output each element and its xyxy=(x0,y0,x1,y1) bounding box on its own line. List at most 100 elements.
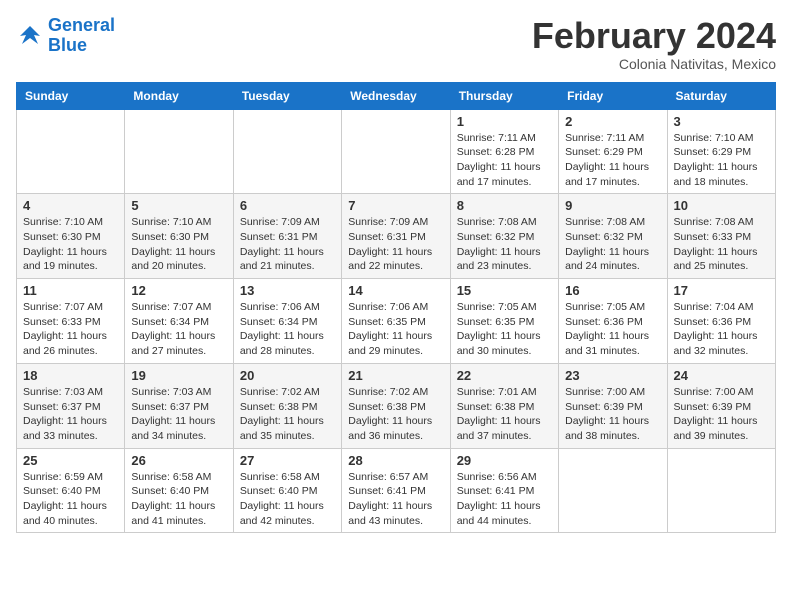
day-number: 6 xyxy=(240,198,335,213)
calendar-cell: 3 Sunrise: 7:10 AM Sunset: 6:29 PM Daylig… xyxy=(667,109,775,194)
day-info: Sunrise: 6:57 AM Sunset: 6:41 PM Dayligh… xyxy=(348,470,443,529)
calendar-cell: 12 Sunrise: 7:07 AM Sunset: 6:34 PM Dayli… xyxy=(125,279,233,364)
day-info: Sunrise: 7:04 AM Sunset: 6:36 PM Dayligh… xyxy=(674,300,769,359)
day-info: Sunrise: 7:02 AM Sunset: 6:38 PM Dayligh… xyxy=(240,385,335,444)
day-info: Sunrise: 7:03 AM Sunset: 6:37 PM Dayligh… xyxy=(23,385,118,444)
calendar-cell: 29 Sunrise: 6:56 AM Sunset: 6:41 PM Dayli… xyxy=(450,448,558,533)
day-info: Sunrise: 6:56 AM Sunset: 6:41 PM Dayligh… xyxy=(457,470,552,529)
day-number: 27 xyxy=(240,453,335,468)
day-info: Sunrise: 7:08 AM Sunset: 6:32 PM Dayligh… xyxy=(457,215,552,274)
weekday-header: Wednesday xyxy=(342,82,450,109)
calendar-header-row: SundayMondayTuesdayWednesdayThursdayFrid… xyxy=(17,82,776,109)
day-info: Sunrise: 7:08 AM Sunset: 6:33 PM Dayligh… xyxy=(674,215,769,274)
day-info: Sunrise: 7:07 AM Sunset: 6:34 PM Dayligh… xyxy=(131,300,226,359)
calendar-cell: 26 Sunrise: 6:58 AM Sunset: 6:40 PM Dayli… xyxy=(125,448,233,533)
calendar-cell: 24 Sunrise: 7:00 AM Sunset: 6:39 PM Dayli… xyxy=(667,363,775,448)
calendar-cell: 18 Sunrise: 7:03 AM Sunset: 6:37 PM Dayli… xyxy=(17,363,125,448)
day-number: 25 xyxy=(23,453,118,468)
page-header: General Blue February 2024 Colonia Nativ… xyxy=(16,16,776,72)
weekday-header: Friday xyxy=(559,82,667,109)
calendar-cell: 2 Sunrise: 7:11 AM Sunset: 6:29 PM Daylig… xyxy=(559,109,667,194)
calendar-cell: 27Sunrise: 6:58 AM Sunset: 6:40 PM Dayli… xyxy=(233,448,341,533)
day-number: 4 xyxy=(23,198,118,213)
calendar-cell: 21 Sunrise: 7:02 AM Sunset: 6:38 PM Dayli… xyxy=(342,363,450,448)
day-number: 18 xyxy=(23,368,118,383)
calendar-table: SundayMondayTuesdayWednesdayThursdayFrid… xyxy=(16,82,776,534)
weekday-header: Saturday xyxy=(667,82,775,109)
day-number: 21 xyxy=(348,368,443,383)
day-info: Sunrise: 7:11 AM Sunset: 6:29 PM Dayligh… xyxy=(565,131,660,190)
day-number: 26 xyxy=(131,453,226,468)
day-number: 16 xyxy=(565,283,660,298)
calendar-cell xyxy=(233,109,341,194)
logo: General Blue xyxy=(16,16,115,56)
calendar-week-row: 4 Sunrise: 7:10 AM Sunset: 6:30 PM Daylig… xyxy=(17,194,776,279)
calendar-cell: 17 Sunrise: 7:04 AM Sunset: 6:36 PM Dayli… xyxy=(667,279,775,364)
calendar-cell: 11 Sunrise: 7:07 AM Sunset: 6:33 PM Dayli… xyxy=(17,279,125,364)
calendar-week-row: 25 Sunrise: 6:59 AM Sunset: 6:40 PM Dayli… xyxy=(17,448,776,533)
calendar-cell: 28 Sunrise: 6:57 AM Sunset: 6:41 PM Dayli… xyxy=(342,448,450,533)
day-number: 23 xyxy=(565,368,660,383)
day-number: 14 xyxy=(348,283,443,298)
calendar-cell: 23Sunrise: 7:00 AM Sunset: 6:39 PM Dayli… xyxy=(559,363,667,448)
calendar-cell: 7Sunrise: 7:09 AM Sunset: 6:31 PM Daylig… xyxy=(342,194,450,279)
day-info: Sunrise: 7:05 AM Sunset: 6:36 PM Dayligh… xyxy=(565,300,660,359)
day-number: 2 xyxy=(565,114,660,129)
day-number: 24 xyxy=(674,368,769,383)
weekday-header: Tuesday xyxy=(233,82,341,109)
month-title: February 2024 xyxy=(532,16,776,56)
calendar-cell xyxy=(559,448,667,533)
day-number: 3 xyxy=(674,114,769,129)
day-info: Sunrise: 7:07 AM Sunset: 6:33 PM Dayligh… xyxy=(23,300,118,359)
day-number: 8 xyxy=(457,198,552,213)
day-number: 20 xyxy=(240,368,335,383)
calendar-cell: 16 Sunrise: 7:05 AM Sunset: 6:36 PM Dayli… xyxy=(559,279,667,364)
day-info: Sunrise: 7:06 AM Sunset: 6:35 PM Dayligh… xyxy=(348,300,443,359)
logo-text: General Blue xyxy=(48,16,115,56)
calendar-cell: 10 Sunrise: 7:08 AM Sunset: 6:33 PM Dayli… xyxy=(667,194,775,279)
day-info: Sunrise: 6:58 AM Sunset: 6:40 PM Dayligh… xyxy=(131,470,226,529)
calendar-cell: 15Sunrise: 7:05 AM Sunset: 6:35 PM Dayli… xyxy=(450,279,558,364)
day-number: 22 xyxy=(457,368,552,383)
day-number: 17 xyxy=(674,283,769,298)
day-info: Sunrise: 7:10 AM Sunset: 6:30 PM Dayligh… xyxy=(23,215,118,274)
day-number: 15 xyxy=(457,283,552,298)
calendar-cell: 14 Sunrise: 7:06 AM Sunset: 6:35 PM Dayli… xyxy=(342,279,450,364)
weekday-header: Thursday xyxy=(450,82,558,109)
day-info: Sunrise: 7:03 AM Sunset: 6:37 PM Dayligh… xyxy=(131,385,226,444)
location-subtitle: Colonia Nativitas, Mexico xyxy=(532,56,776,72)
calendar-cell: 13Sunrise: 7:06 AM Sunset: 6:34 PM Dayli… xyxy=(233,279,341,364)
day-number: 7 xyxy=(348,198,443,213)
day-number: 19 xyxy=(131,368,226,383)
title-block: February 2024 Colonia Nativitas, Mexico xyxy=(532,16,776,72)
calendar-cell: 6 Sunrise: 7:09 AM Sunset: 6:31 PM Daylig… xyxy=(233,194,341,279)
day-info: Sunrise: 7:11 AM Sunset: 6:28 PM Dayligh… xyxy=(457,131,552,190)
calendar-cell: 8 Sunrise: 7:08 AM Sunset: 6:32 PM Daylig… xyxy=(450,194,558,279)
day-info: Sunrise: 7:00 AM Sunset: 6:39 PM Dayligh… xyxy=(674,385,769,444)
day-number: 12 xyxy=(131,283,226,298)
day-number: 5 xyxy=(131,198,226,213)
day-info: Sunrise: 7:10 AM Sunset: 6:29 PM Dayligh… xyxy=(674,131,769,190)
day-info: Sunrise: 7:09 AM Sunset: 6:31 PM Dayligh… xyxy=(240,215,335,274)
day-info: Sunrise: 6:59 AM Sunset: 6:40 PM Dayligh… xyxy=(23,470,118,529)
calendar-week-row: 11 Sunrise: 7:07 AM Sunset: 6:33 PM Dayli… xyxy=(17,279,776,364)
day-number: 10 xyxy=(674,198,769,213)
calendar-cell xyxy=(342,109,450,194)
day-info: Sunrise: 7:01 AM Sunset: 6:38 PM Dayligh… xyxy=(457,385,552,444)
day-info: Sunrise: 7:06 AM Sunset: 6:34 PM Dayligh… xyxy=(240,300,335,359)
day-info: Sunrise: 7:08 AM Sunset: 6:32 PM Dayligh… xyxy=(565,215,660,274)
day-info: Sunrise: 7:02 AM Sunset: 6:38 PM Dayligh… xyxy=(348,385,443,444)
weekday-header: Sunday xyxy=(17,82,125,109)
day-number: 29 xyxy=(457,453,552,468)
calendar-cell: 20 Sunrise: 7:02 AM Sunset: 6:38 PM Dayli… xyxy=(233,363,341,448)
logo-icon xyxy=(16,22,44,50)
day-number: 28 xyxy=(348,453,443,468)
day-number: 11 xyxy=(23,283,118,298)
day-info: Sunrise: 7:10 AM Sunset: 6:30 PM Dayligh… xyxy=(131,215,226,274)
calendar-week-row: 18 Sunrise: 7:03 AM Sunset: 6:37 PM Dayli… xyxy=(17,363,776,448)
calendar-cell xyxy=(125,109,233,194)
calendar-cell: 25 Sunrise: 6:59 AM Sunset: 6:40 PM Dayli… xyxy=(17,448,125,533)
calendar-cell: 22 Sunrise: 7:01 AM Sunset: 6:38 PM Dayli… xyxy=(450,363,558,448)
calendar-week-row: 1Sunrise: 7:11 AM Sunset: 6:28 PM Daylig… xyxy=(17,109,776,194)
calendar-cell: 4 Sunrise: 7:10 AM Sunset: 6:30 PM Daylig… xyxy=(17,194,125,279)
